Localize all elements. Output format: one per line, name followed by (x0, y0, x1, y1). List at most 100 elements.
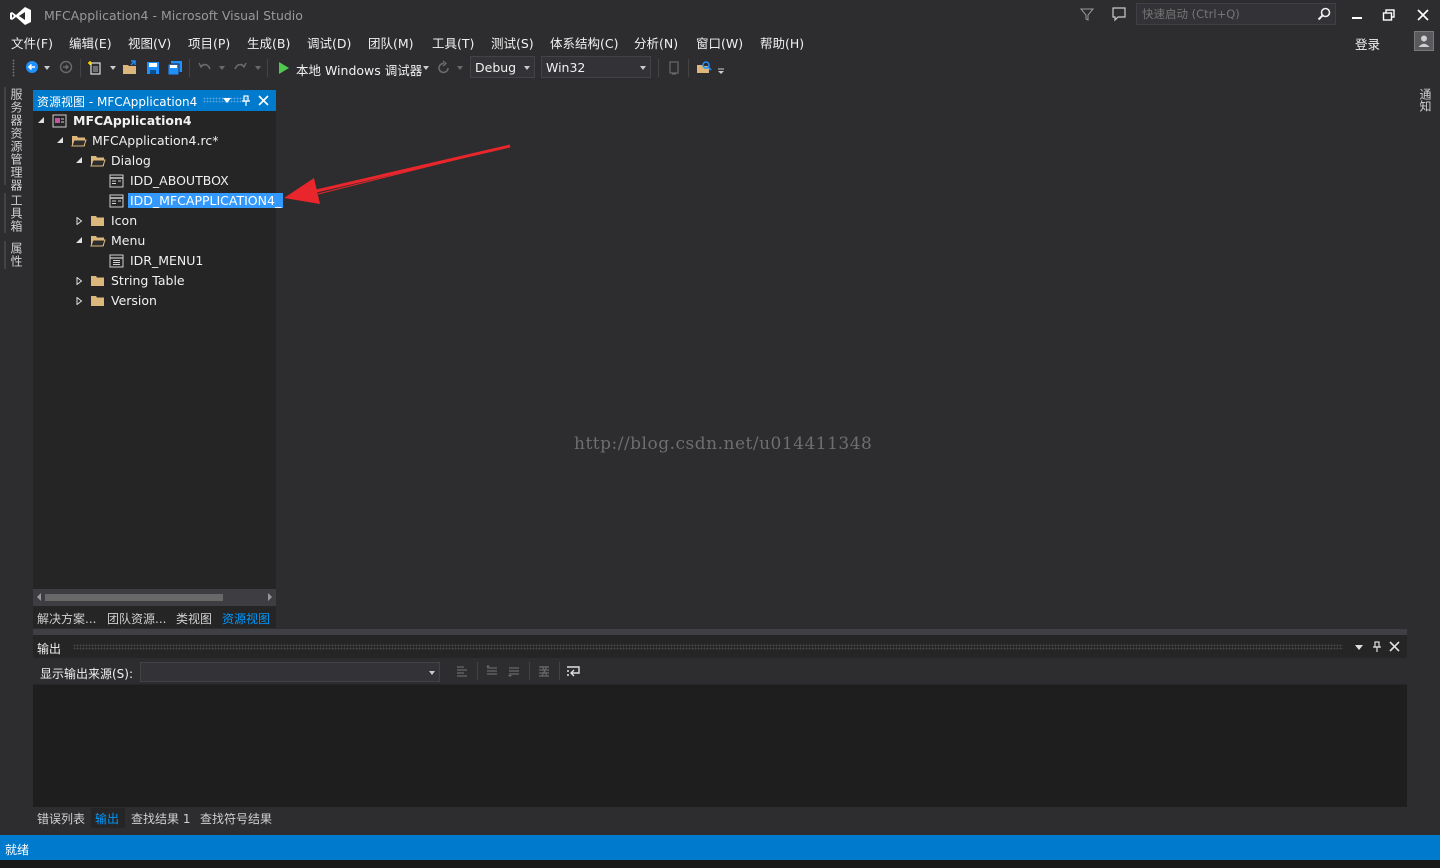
tree-node-dialog[interactable]: Dialog (33, 151, 276, 171)
save-icon[interactable] (145, 60, 161, 76)
solution-platform-select[interactable]: Win32 (541, 56, 651, 78)
collapse-arrow-icon[interactable] (76, 237, 83, 244)
output-header[interactable]: 输出 (33, 635, 1407, 657)
close-panel-icon[interactable] (258, 95, 269, 106)
navigate-back-icon[interactable] (25, 60, 41, 76)
account-icon[interactable] (1414, 31, 1434, 51)
start-debugging-button[interactable]: 本地 Windows 调试器 (296, 60, 422, 79)
auto-hide-pin-icon[interactable] (1372, 641, 1382, 652)
tab-error-list[interactable]: 错误列表 (37, 810, 85, 827)
find-in-files-icon[interactable] (696, 60, 712, 76)
refresh-icon[interactable] (436, 60, 452, 76)
output-text-area[interactable] (33, 685, 1407, 807)
tree-node-rc-file[interactable]: MFCApplication4.rc* (33, 131, 276, 151)
tab-solution-explorer[interactable]: 解决方案... (37, 610, 96, 627)
toggle-word-wrap-icon[interactable] (566, 664, 582, 678)
menu-team[interactable]: 团队(M) (368, 33, 414, 52)
tree-node-version[interactable]: Version (33, 291, 276, 311)
output-source-select[interactable] (140, 662, 440, 682)
find-message-in-code-icon[interactable] (455, 664, 469, 678)
undo-dropdown-icon[interactable] (219, 66, 225, 70)
properties-tab[interactable]: 属性 (8, 242, 25, 268)
minimize-button[interactable] (1346, 5, 1368, 25)
menu-architecture[interactable]: 体系结构(C) (550, 33, 618, 52)
expand-arrow-icon[interactable] (76, 217, 83, 225)
menu-resource-icon (109, 254, 125, 268)
menu-help[interactable]: 帮助(H) (760, 33, 804, 52)
menu-build[interactable]: 生成(B) (247, 33, 290, 52)
window-position-dropdown-icon[interactable] (1355, 645, 1363, 650)
new-project-icon[interactable] (88, 60, 104, 76)
tree-node-menu-resource[interactable]: IDR_MENU1 (33, 251, 276, 271)
search-icon[interactable] (1317, 7, 1331, 21)
debug-target-dropdown-icon[interactable] (423, 66, 429, 70)
tab-find-results-1[interactable]: 查找结果 1 (131, 810, 190, 827)
quick-launch-input[interactable] (1137, 4, 1313, 24)
menu-edit[interactable]: 编辑(E) (69, 33, 112, 52)
window-position-dropdown-icon[interactable] (223, 98, 231, 103)
tab-class-view[interactable]: 类视图 (176, 610, 212, 627)
taskbar-edge (0, 860, 1440, 868)
toolbar-separator (658, 59, 659, 77)
menu-file[interactable]: 文件(F) (11, 33, 53, 52)
scroll-left-icon[interactable] (37, 593, 41, 601)
open-file-icon[interactable] (122, 60, 138, 76)
expand-arrow-icon[interactable] (76, 277, 83, 285)
feedback-icon[interactable] (1111, 6, 1127, 22)
collapse-arrow-icon[interactable] (57, 137, 64, 144)
auto-hide-pin-icon[interactable] (241, 95, 251, 106)
status-text: 就绪 (5, 843, 30, 857)
tab-resource-view[interactable]: 资源视图 (222, 610, 270, 627)
server-explorer-tab[interactable]: 服务器资源管理器 (8, 88, 25, 192)
undo-icon[interactable] (197, 60, 213, 76)
toolbox-tab[interactable]: 工具箱 (8, 194, 25, 233)
menu-debug[interactable]: 调试(D) (307, 33, 351, 52)
resource-view-header[interactable]: 资源视图 - MFCApplication4 (33, 90, 276, 111)
attach-process-icon[interactable] (666, 60, 682, 76)
menu-project[interactable]: 项目(P) (188, 33, 230, 52)
close-window-button[interactable] (1412, 5, 1434, 25)
toolbar-overflow-icon[interactable] (717, 68, 725, 75)
refresh-dropdown-icon[interactable] (457, 66, 463, 70)
menu-window[interactable]: 窗口(W) (696, 33, 743, 52)
collapse-arrow-icon[interactable] (38, 117, 45, 124)
menu-tools[interactable]: 工具(T) (432, 33, 474, 52)
toolbar-grip[interactable] (12, 59, 15, 77)
menu-analyze[interactable]: 分析(N) (634, 33, 678, 52)
scroll-right-icon[interactable] (268, 593, 272, 601)
horizontal-scrollbar[interactable] (33, 589, 276, 606)
tree-node-string-table[interactable]: String Table (33, 271, 276, 291)
solution-configuration-select[interactable]: Debug (470, 56, 535, 78)
close-panel-icon[interactable] (1389, 641, 1400, 652)
save-all-icon[interactable] (166, 60, 184, 76)
menu-view[interactable]: 视图(V) (128, 33, 171, 52)
menu-test[interactable]: 测试(S) (491, 33, 534, 52)
redo-icon[interactable] (232, 60, 248, 76)
next-message-icon[interactable] (507, 664, 521, 678)
panel-drag-grip[interactable] (73, 644, 1343, 650)
folder-icon (90, 214, 106, 228)
collapse-arrow-icon[interactable] (76, 157, 83, 164)
previous-message-icon[interactable] (485, 664, 499, 678)
new-project-dropdown-icon[interactable] (110, 66, 116, 70)
tree-node-aboutbox[interactable]: IDD_ABOUTBOX (33, 171, 276, 191)
tree-node-icon[interactable]: Icon (33, 211, 276, 231)
tab-find-symbol-results[interactable]: 查找符号结果 (200, 810, 272, 827)
notifications-tab[interactable]: 通知 (1417, 88, 1434, 112)
sign-in-link[interactable]: 登录 (1355, 34, 1380, 53)
scrollbar-thumb[interactable] (45, 594, 223, 601)
tree-node-main-dialog[interactable]: IDD_MFCAPPLICATION4_ (33, 191, 284, 211)
restore-button[interactable] (1378, 5, 1400, 25)
clear-all-icon[interactable] (537, 664, 551, 678)
tab-output[interactable]: 输出 (95, 810, 119, 827)
tab-team-explorer[interactable]: 团队资源... (107, 610, 166, 627)
back-dropdown-icon[interactable] (44, 66, 50, 70)
redo-dropdown-icon[interactable] (255, 66, 261, 70)
tree-node-project[interactable]: MFCApplication4 (33, 111, 276, 131)
navigate-forward-icon[interactable] (58, 60, 74, 76)
tree-node-menu[interactable]: Menu (33, 231, 276, 251)
notification-filter-icon[interactable] (1080, 7, 1094, 21)
start-debugging-icon[interactable] (278, 61, 290, 75)
expand-arrow-icon[interactable] (76, 297, 83, 305)
quick-launch-box[interactable] (1136, 3, 1336, 25)
